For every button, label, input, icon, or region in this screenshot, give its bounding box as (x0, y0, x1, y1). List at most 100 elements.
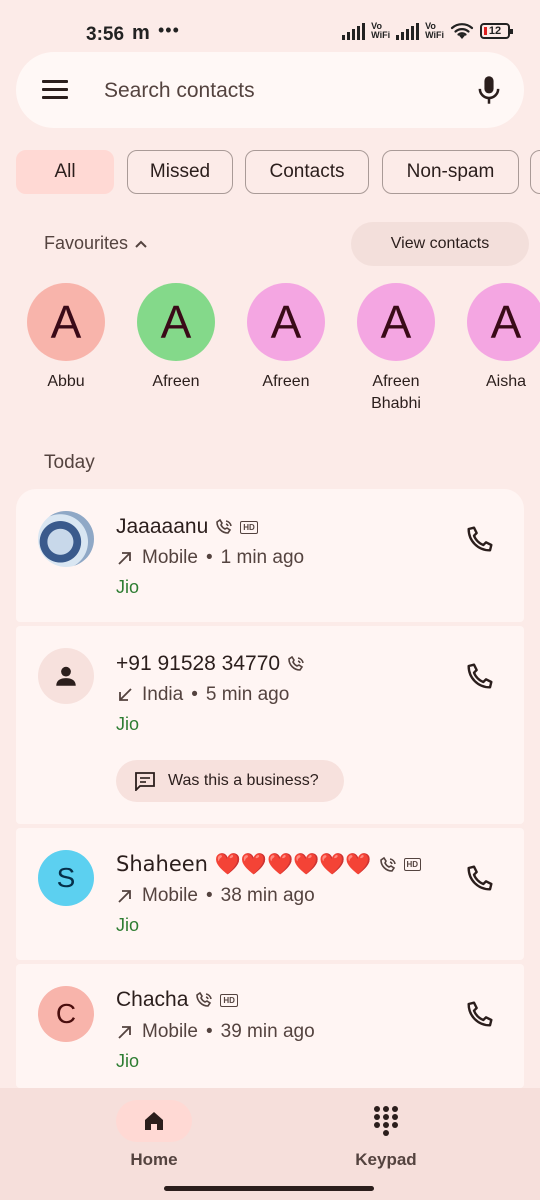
favourites-label: Favourites (44, 233, 129, 253)
business-prompt-chip[interactable]: Was this a business? (116, 760, 344, 802)
contact-name: Chacha (116, 988, 189, 1011)
call-name-row: Shaheen ❤️❤️❤️❤️❤️❤️ HD (116, 852, 422, 877)
status-time: 3:56 (86, 24, 125, 45)
signal-icon-2 (396, 22, 420, 40)
nav-keypad-pill (348, 1100, 424, 1142)
call-log-item[interactable]: C Chacha HD Mobile • 39 min ago Jio (16, 964, 524, 1088)
signal-icon (342, 22, 366, 40)
call-location: India (142, 684, 184, 705)
search-bar[interactable] (16, 52, 524, 128)
contact-avatar: S (38, 850, 94, 906)
section-today: Today (44, 452, 95, 473)
call-time: 5 min ago (205, 684, 290, 705)
favourite-name: Afreen (152, 373, 200, 390)
favourites-row: A Abbu A Afreen A Afreen A Afreen Bhabhi… (0, 283, 540, 423)
favourite-abbu[interactable]: A Abbu (11, 283, 121, 393)
separator: • (205, 885, 213, 906)
call-detail: India • 5 min ago (116, 684, 289, 706)
person-icon (56, 666, 76, 686)
avatar: A (137, 283, 215, 361)
outgoing-call-icon (118, 552, 131, 565)
favourite-aisha[interactable]: A Aisha (451, 283, 540, 393)
carrier-label: Jio (116, 714, 140, 734)
wifi-call-icon (216, 518, 233, 534)
call-detail: Mobile • 39 min ago (116, 1021, 315, 1043)
call-log-item[interactable]: Jaaaaanu HD Mobile • 1 min ago Jio (16, 489, 524, 622)
call-detail: Mobile • 1 min ago (116, 547, 304, 569)
chip-more[interactable] (530, 150, 540, 194)
home-indicator[interactable] (164, 1186, 374, 1191)
separator: • (205, 547, 213, 568)
chip-all[interactable]: All (16, 150, 114, 194)
app-notification-icon: m (132, 22, 150, 44)
dialpad-icon (374, 1106, 398, 1136)
phone-icon[interactable] (462, 1000, 494, 1032)
phone-icon[interactable] (462, 525, 494, 557)
hd-icon: HD (403, 858, 422, 871)
call-name-row: Jaaaaanu HD (116, 515, 258, 539)
contact-avatar (38, 648, 94, 704)
incoming-call-icon (119, 688, 132, 701)
business-icon (135, 772, 155, 791)
favourites-toggle[interactable]: Favourites (44, 233, 148, 254)
call-time: 1 min ago (220, 547, 305, 568)
phone-icon[interactable] (462, 662, 494, 694)
view-contacts-button[interactable]: View contacts (351, 222, 529, 266)
outgoing-call-icon (118, 1026, 131, 1039)
hd-icon: HD (240, 520, 258, 534)
wifi-icon (450, 23, 474, 39)
mic-icon[interactable] (474, 74, 504, 106)
call-time: 38 min ago (220, 885, 315, 906)
home-icon (145, 1112, 163, 1130)
call-time: 39 min ago (220, 1021, 315, 1042)
contact-number: +91 91528 34770 (116, 652, 281, 675)
chip-non-spam[interactable]: Non-spam (382, 150, 519, 194)
wifi-call-icon (379, 856, 396, 872)
carrier-label: Jio (116, 577, 140, 597)
carrier-label: Jio (116, 915, 140, 935)
favourite-afreen-bhabhi[interactable]: A Afreen Bhabhi (341, 283, 451, 415)
contact-name: Jaaaaanu (116, 515, 209, 538)
call-detail: Mobile • 38 min ago (116, 885, 315, 907)
vowifi-icon-2: Vo WiFi (425, 21, 444, 40)
call-name-row: +91 91528 34770 (116, 652, 306, 676)
call-name-row: Chacha HD (116, 988, 238, 1012)
call-type: Mobile (142, 885, 198, 906)
contact-photo (38, 511, 94, 567)
favourite-afreen[interactable]: A Afreen (121, 283, 231, 393)
nav-keypad-label: Keypad (355, 1150, 417, 1169)
avatar: A (467, 283, 540, 361)
separator: • (205, 1021, 213, 1042)
nav-home[interactable]: Home (84, 1100, 224, 1170)
wifi-call-icon (288, 655, 304, 671)
search-input[interactable] (104, 74, 464, 108)
business-prompt-label: Was this a business? (168, 772, 319, 789)
hd-icon: HD (220, 993, 238, 1007)
favourite-name: Aisha (485, 373, 527, 390)
bottom-navigation: Home Keypad (0, 1088, 540, 1200)
favourite-afreen-2[interactable]: A Afreen (231, 283, 341, 393)
call-log-item[interactable]: +91 91528 34770 India • 5 min ago Jio Wa… (16, 626, 524, 824)
call-log-item[interactable]: S Shaheen ❤️❤️❤️❤️❤️❤️ HD Mobile • 38 mi… (16, 828, 524, 960)
outgoing-call-icon (118, 890, 131, 903)
nav-keypad[interactable]: Keypad (316, 1100, 456, 1170)
nav-home-pill (116, 1100, 192, 1142)
phone-icon[interactable] (462, 864, 494, 896)
more-notifications-icon: ••• (158, 20, 180, 40)
nav-home-label: Home (130, 1150, 178, 1169)
favourite-name: Afreen Bhabhi (371, 373, 421, 412)
contact-avatar: C (38, 986, 94, 1042)
call-type: Mobile (142, 1021, 198, 1042)
favourite-name: Abbu (47, 373, 85, 390)
avatar: A (357, 283, 435, 361)
chip-missed[interactable]: Missed (127, 150, 233, 194)
menu-icon[interactable] (42, 80, 68, 100)
avatar: A (27, 283, 105, 361)
chip-contacts[interactable]: Contacts (245, 150, 369, 194)
call-type: Mobile (142, 547, 198, 568)
avatar: A (247, 283, 325, 361)
wifi-call-icon (196, 991, 213, 1007)
vowifi-icon: Vo WiFi (371, 21, 391, 40)
favourite-name: Afreen (262, 373, 310, 390)
contact-name: Shaheen ❤️❤️❤️❤️❤️❤️ (116, 852, 372, 876)
